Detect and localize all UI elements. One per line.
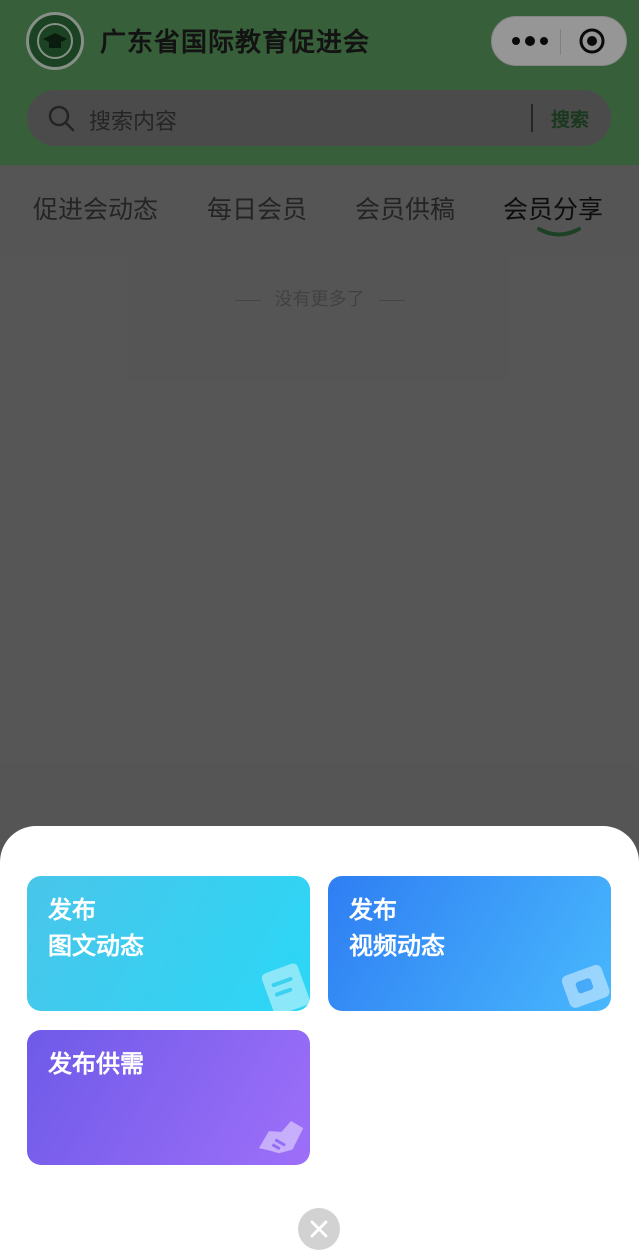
publish-supply-demand-button[interactable]: 发布供需: [27, 1030, 310, 1165]
card-label: 发布 图文动态: [48, 892, 144, 964]
close-icon: [310, 1220, 328, 1238]
publish-action-sheet: 发布 图文动态 发布 视频动态 发布供需: [0, 826, 639, 1253]
card-label-line1: 发布: [349, 896, 397, 924]
video-post-icon: [547, 947, 611, 1011]
card-label: 发布供需: [48, 1046, 144, 1082]
card-label: 发布 视频动态: [349, 892, 445, 964]
card-label-line1: 发布供需: [48, 1050, 144, 1078]
card-label-line2: 图文动态: [48, 932, 144, 960]
close-sheet-button[interactable]: [298, 1208, 340, 1250]
publish-image-text-button[interactable]: 发布 图文动态: [27, 876, 310, 1011]
handshake-icon: [246, 1101, 310, 1165]
publish-video-button[interactable]: 发布 视频动态: [328, 876, 611, 1011]
card-label-line2: 视频动态: [349, 932, 445, 960]
card-label-line1: 发布: [48, 896, 96, 924]
image-text-post-icon: [246, 947, 310, 1011]
